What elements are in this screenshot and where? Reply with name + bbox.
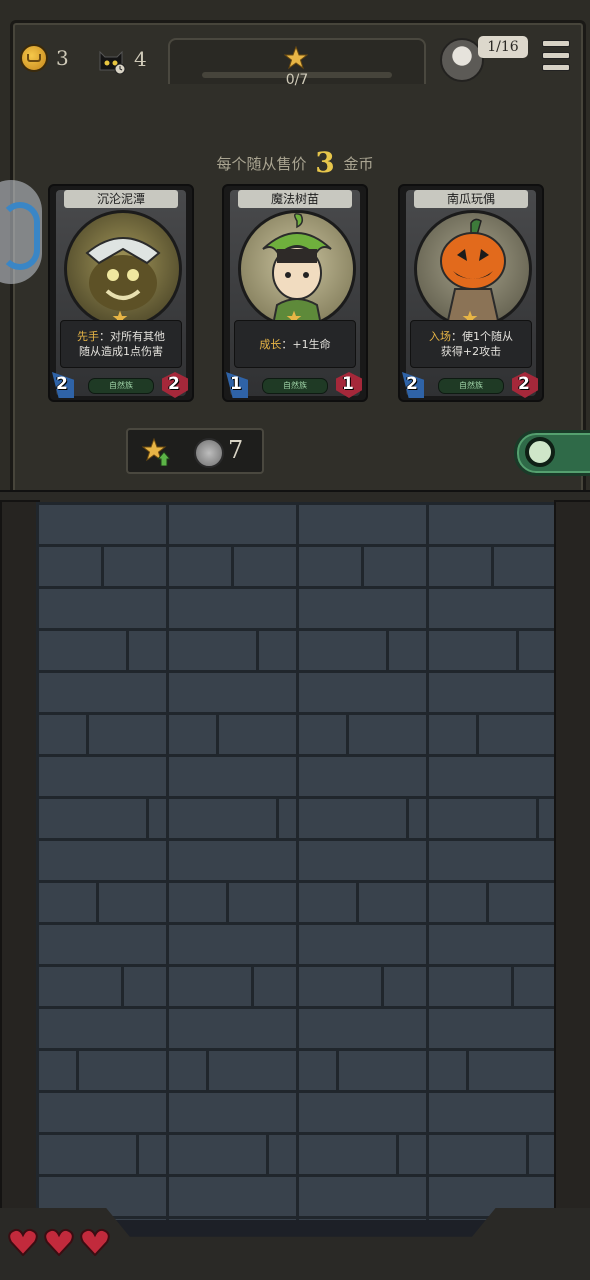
assistant-icon [0, 202, 40, 270]
card-text: 成长：+1生命 [234, 320, 356, 368]
card-text-line1: ：+1生命 [281, 337, 331, 351]
minion-card-1[interactable]: 沉沦泥潭 先手：对所有其他随从造成1点伤害 自然族 2 2 [48, 184, 194, 402]
menu-icon[interactable] [542, 40, 570, 71]
brick-row [36, 544, 554, 586]
price-suffix: 金币 [343, 155, 374, 173]
heart-icon [80, 1228, 110, 1256]
card-text: 先手：对所有其他随从造成1点伤害 [60, 320, 182, 368]
tribe-badge: 自然族 [262, 378, 328, 394]
tribe-badge: 自然族 [438, 378, 504, 394]
card-text-line2: 随从造成1点伤害 [79, 345, 163, 358]
black-cat-icon [99, 50, 126, 74]
floating-assistant-button[interactable] [0, 180, 42, 284]
minion-card-2[interactable]: 魔法树苗 成长：+1生命 自然族 1 1 [222, 184, 368, 402]
health-value: 2 [168, 374, 180, 394]
attack-value: 1 [230, 374, 242, 394]
card-text-line1: ：对所有其他 [99, 330, 165, 343]
cat-count: 4 [134, 47, 147, 71]
top-bar: 3 4 0/7 1/16 [0, 0, 590, 88]
brick-row [36, 628, 554, 670]
brick-row [36, 1048, 554, 1090]
card-keyword: 成长 [259, 337, 282, 351]
refresh-button[interactable] [514, 430, 590, 476]
star-progress: 0/7 [168, 38, 426, 88]
star-upgrade-icon [142, 438, 170, 466]
card-text-line1: ：使1个随从 [451, 330, 513, 343]
card-name: 南瓜玩偶 [414, 190, 528, 208]
coin-counter: 3 [20, 44, 69, 72]
left-post [0, 500, 40, 1224]
right-post [554, 500, 590, 1224]
heart-icon [8, 1228, 38, 1256]
attack-value: 2 [406, 374, 418, 394]
upgrade-cost: 7 [228, 436, 244, 464]
brick-row [36, 964, 554, 1006]
price-prefix: 每个随从售价 [216, 155, 307, 173]
price-info: 每个随从售价 3 金币 [0, 146, 590, 179]
magnifier-icon [525, 437, 555, 467]
card-name: 沉沦泥潭 [64, 190, 178, 208]
heart-icon [44, 1228, 74, 1256]
progress-text: 0/7 [285, 72, 309, 88]
brick-row [36, 712, 554, 754]
health-value: 2 [518, 374, 530, 394]
health-value: 1 [342, 374, 354, 394]
card-keyword: 先手 [77, 330, 99, 343]
price-value: 3 [315, 146, 335, 179]
card-text-line2: 获得+2攻击 [440, 345, 502, 358]
brick-row [36, 880, 554, 922]
stone-wall-board [36, 502, 554, 1220]
cat-counter: 4 [96, 44, 147, 74]
coin-count: 3 [56, 46, 69, 70]
upgrade-tavern-button[interactable]: 7 [126, 428, 264, 474]
card-name: 魔法树苗 [238, 190, 352, 208]
attack-value: 2 [56, 374, 68, 394]
card-keyword: 入场 [429, 330, 451, 343]
coin-icon [20, 44, 48, 72]
minion-card-3[interactable]: 南瓜玩偶 入场：使1个随从获得+2攻击 自然族 2 2 [398, 184, 544, 402]
card-text: 入场：使1个随从获得+2攻击 [410, 320, 532, 368]
rank-badge: 1/16 [478, 36, 528, 58]
tribe-badge: 自然族 [88, 378, 154, 394]
shop-panel: 3 4 0/7 1/16 每个随从售价 3 金币 沉沦泥潭 先手：对所有其他 随… [0, 0, 590, 500]
silver-coin-icon [194, 438, 224, 468]
star-icon [284, 46, 308, 70]
brick-row [36, 796, 554, 838]
brick-row [36, 1132, 554, 1174]
lives [8, 1228, 110, 1256]
